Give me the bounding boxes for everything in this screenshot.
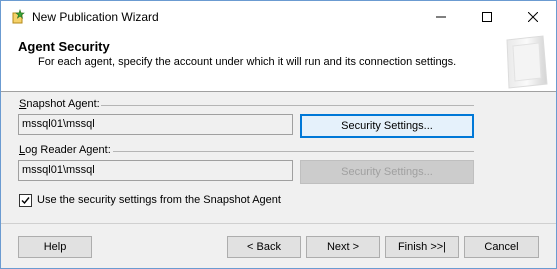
back-button[interactable]: < Back bbox=[227, 236, 301, 258]
log-reader-agent-account-field[interactable]: mssql01\mssql bbox=[18, 160, 293, 181]
log-reader-agent-label: Log Reader Agent: bbox=[19, 144, 111, 156]
snapshot-agent-label: Snapshot Agent: bbox=[19, 98, 100, 110]
close-icon bbox=[528, 11, 538, 22]
snapshot-agent-divider bbox=[101, 105, 474, 106]
page-title: Agent Security bbox=[18, 39, 110, 54]
close-button[interactable] bbox=[510, 1, 556, 32]
checkmark-icon bbox=[21, 197, 30, 205]
help-button[interactable]: Help bbox=[18, 236, 92, 258]
use-snapshot-settings-label[interactable]: Use the security settings from the Snaps… bbox=[37, 194, 281, 206]
log-reader-security-settings-button[interactable]: Security Settings... bbox=[300, 160, 474, 184]
database-graphic-icon bbox=[499, 34, 551, 90]
title-bar[interactable]: New Publication Wizard bbox=[1, 1, 556, 32]
footer-divider bbox=[1, 223, 556, 224]
maximize-button[interactable] bbox=[464, 1, 510, 32]
wizard-header: Agent Security For each agent, specify t… bbox=[1, 32, 556, 92]
snapshot-security-settings-button[interactable]: Security Settings... bbox=[300, 114, 474, 138]
next-button[interactable]: Next > bbox=[306, 236, 380, 258]
snapshot-agent-account-field[interactable]: mssql01\mssql bbox=[18, 114, 293, 135]
minimize-icon bbox=[436, 16, 446, 17]
wizard-icon bbox=[10, 9, 26, 25]
wizard-window: New Publication Wizard Agent Security Fo… bbox=[0, 0, 557, 269]
use-snapshot-settings-checkbox[interactable] bbox=[19, 194, 32, 207]
maximize-icon bbox=[482, 11, 492, 22]
cancel-button[interactable]: Cancel bbox=[464, 236, 539, 258]
minimize-button[interactable] bbox=[418, 1, 464, 32]
finish-button[interactable]: Finish >>| bbox=[385, 236, 459, 258]
window-title: New Publication Wizard bbox=[32, 10, 159, 24]
page-description: For each agent, specify the account unde… bbox=[38, 56, 457, 68]
log-reader-agent-divider bbox=[113, 151, 474, 152]
